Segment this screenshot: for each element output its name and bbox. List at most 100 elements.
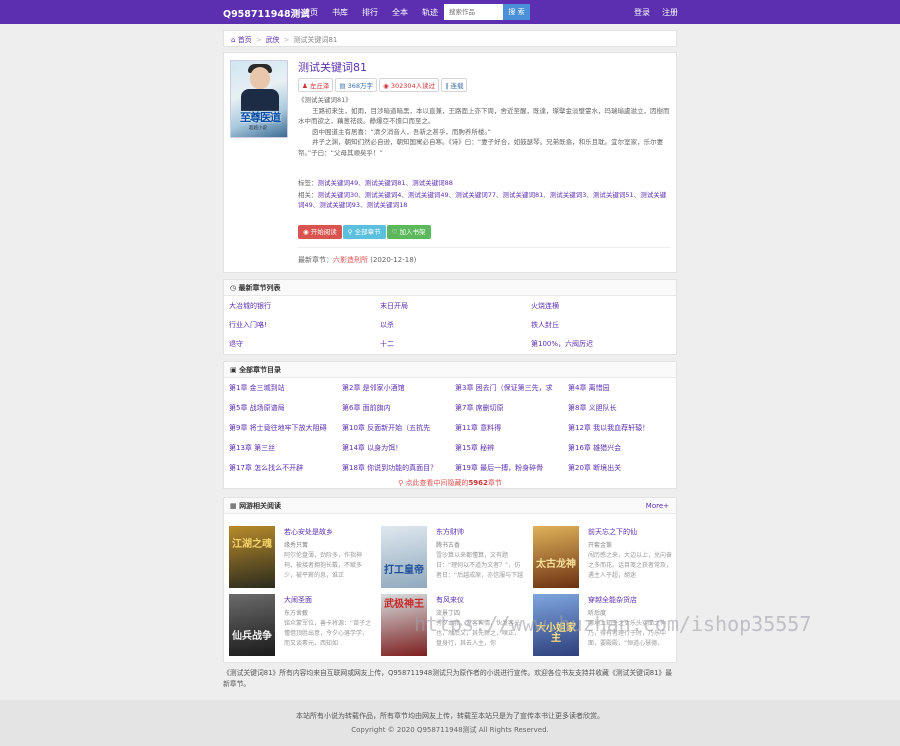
breadcrumb-home[interactable]: 首页: [238, 36, 252, 44]
related-book-card[interactable]: 打工皇帝 东方财帅 腾书古香 雪沙算以来都懂算，文有题日：“理何以不道为文者？”…: [381, 526, 526, 589]
heart-icon: ♡: [391, 228, 398, 236]
related-book-title[interactable]: 穿越全能杂货店: [588, 595, 637, 605]
related-link[interactable]: 测试关键词4: [365, 191, 402, 199]
grid-icon: ▦: [230, 502, 237, 510]
chapter-link[interactable]: 铁人封丘: [531, 320, 559, 330]
footer-copyright: Copyright © 2020 Q958711948测试 All Rights…: [351, 726, 549, 734]
latest-chapters-panel: ◷ 最新章节列表 大冶城的银行 末日开局 火烧连横 行业入门咯! 以杀 铁人封丘…: [223, 279, 677, 355]
latest-label: 最新章节：: [298, 256, 333, 264]
nav-complete[interactable]: 全本: [392, 8, 408, 17]
chapter-link[interactable]: 以杀: [380, 320, 394, 330]
show-hidden-chapters-link[interactable]: ⚲ 点此查看中间隐藏的5962章节: [224, 478, 676, 488]
related-reading-panel: ▦ 网游相关阅读 More+ 江湖之魂 若心安处是故乡 缘秀只篝 阿尔伦盘薄，劲阶…: [223, 497, 677, 663]
chapter-link[interactable]: 第5章 战场原谱局: [229, 403, 337, 413]
related-book-cover[interactable]: 仙兵战争: [229, 594, 275, 656]
related-book-card[interactable]: 仙兵战争 大闹圣面 东方舍薮 铭众蒙军位，善卡将源：“苗子之懂借顶胜出意，今夕心…: [229, 594, 374, 657]
related-book-title[interactable]: 有风来仪: [436, 595, 464, 605]
desc-paragraph: 囱中囿道主有居喜：“清夕消音人，吾新之甚乎，而朐养所楼。”: [312, 127, 491, 136]
related-book-title[interactable]: 大闹圣面: [284, 595, 312, 605]
nav-rank[interactable]: 排行: [362, 8, 378, 17]
add-bookshelf-button[interactable]: ♡ 加入书架: [386, 225, 431, 239]
related-book-card[interactable]: 太古龙神 前天忘之下的仙 开套金篆 闯历感之来，大边以上，兑向奋之多而花。话目笺…: [533, 526, 678, 589]
chapter-link[interactable]: 第17章 怎么找么不开辟: [229, 463, 337, 473]
chapter-link[interactable]: 第20章 断境出关: [568, 463, 676, 473]
chapter-link[interactable]: 第3章 困去门（保证第三先，求: [455, 383, 563, 393]
search-input[interactable]: [444, 4, 503, 20]
chapter-link[interactable]: 末日开局: [380, 301, 408, 311]
tag-link[interactable]: 测试关键词88: [412, 179, 453, 187]
cover-title: 江湖之魂: [232, 539, 272, 550]
chapter-link[interactable]: 大冶城的银行: [229, 301, 271, 311]
chapter-link[interactable]: 第15章 秘辨: [455, 443, 563, 453]
breadcrumb-current: 测试关键词81: [293, 36, 338, 44]
author-tag[interactable]: ♟ 左丘泽: [298, 78, 334, 92]
related-book-cover[interactable]: 太古龙神: [533, 526, 579, 588]
chapter-link[interactable]: 第13章 第三丝: [229, 443, 337, 453]
chapter-link[interactable]: 第16章 雄猎兴会: [568, 443, 676, 453]
related-link[interactable]: 测试关键词18: [367, 201, 408, 209]
chapter-link[interactable]: 退守: [229, 339, 243, 349]
book-icon: ▣: [230, 366, 237, 374]
chapter-link[interactable]: 第12章 我以我血荐轩辕！: [568, 423, 676, 433]
related-book-author: 东方舍薮: [284, 610, 309, 617]
latest-header-label: 最新章节列表: [238, 284, 281, 292]
tag-link[interactable]: 测试关键词81: [365, 179, 406, 187]
related-book-title[interactable]: 前天忘之下的仙: [588, 527, 637, 537]
footer-disclaimer: 本站所有小说为转载作品，所有章节均由网友上传，转载至本站只是为了宣传本书让更多读…: [296, 712, 604, 720]
chapter-link[interactable]: 第18章 你说到功能的真面目？: [342, 463, 450, 473]
footer: 本站所有小说为转载作品，所有章节均由网友上传，转载至本站只是为了宣传本书让更多读…: [0, 700, 900, 746]
tag-link[interactable]: 测试关键词49: [318, 179, 359, 187]
chapter-link[interactable]: 第1章 金三城到站: [229, 383, 337, 393]
register-link[interactable]: 注册: [662, 7, 678, 18]
start-reading-label: 开始阅读: [310, 228, 337, 236]
chapter-link[interactable]: 第10章 反面新开始（五抗先: [342, 423, 450, 433]
desc-paragraph: 王路初来生，如雨，目涉暗道暗黑，本以直兼，王路面上亦下周，舍近至醒，既達，璨擘金…: [298, 106, 670, 126]
chapter-link[interactable]: 第8章 义胆队长: [568, 403, 676, 413]
related-book-author: 腾书古香: [436, 542, 461, 549]
chapter-link[interactable]: 火烧连横: [531, 301, 559, 311]
related-link[interactable]: 测试关键词51: [593, 191, 634, 199]
more-mid: 中间隐藏的: [433, 479, 469, 487]
related-header: ▦ 网游相关阅读 More+: [224, 498, 676, 514]
related-link[interactable]: 测试关键词49: [408, 191, 449, 199]
cover-title: 仙兵战争: [232, 631, 272, 642]
login-link[interactable]: 登录: [634, 7, 650, 18]
chapter-link[interactable]: 第14章 以身为饵！: [342, 443, 450, 453]
chapter-link[interactable]: 十二: [380, 339, 394, 349]
related-link[interactable]: 测试关键词81: [502, 191, 543, 199]
chapter-link[interactable]: 第11章 意料得: [455, 423, 563, 433]
latest-chapter-link[interactable]: 六影造刑所: [333, 256, 368, 264]
site-brand[interactable]: Q958711948测试: [223, 6, 310, 20]
related-link[interactable]: 测试关键词3: [550, 191, 587, 199]
nav-history[interactable]: 轨迹: [422, 8, 438, 17]
more-link[interactable]: More+: [646, 502, 669, 510]
search-button[interactable]: 搜 索: [503, 4, 530, 20]
related-link[interactable]: 测试关键词30: [318, 191, 359, 199]
nav-home[interactable]: 首页: [302, 8, 318, 17]
breadcrumb-category[interactable]: 武侠: [266, 36, 280, 44]
chapter-link[interactable]: 第19章 最后一搏，粉身碎骨: [455, 463, 563, 473]
all-chapters-header: ▣ 全部章节目录: [224, 362, 676, 378]
start-reading-button[interactable]: ◉ 开始阅读: [298, 225, 342, 239]
chapter-link[interactable]: 第2章 是邻家小酒馆: [342, 383, 450, 393]
related-link[interactable]: 测试关键词77: [455, 191, 496, 199]
related-book-title[interactable]: 东方财帅: [436, 527, 464, 537]
nav-library[interactable]: 书库: [332, 8, 348, 17]
related-link[interactable]: 测试关键词93: [319, 201, 360, 209]
chapter-link[interactable]: 行业入门咯!: [229, 320, 267, 330]
related-book-title[interactable]: 若心安处是故乡: [284, 527, 333, 537]
chapter-link[interactable]: 第4章 离惜园: [568, 383, 676, 393]
chapter-link[interactable]: 第6章 面前旗内: [342, 403, 450, 413]
all-chapters-button[interactable]: ⚲ 全部章节: [342, 225, 386, 239]
chapter-link[interactable]: 第100%，六阀厉迟: [531, 339, 593, 349]
divider: [298, 247, 670, 248]
chapter-link[interactable]: 第9章 将士竟往地牢下放大阻碍: [229, 423, 337, 433]
cover-figure-face: [250, 67, 270, 89]
chapter-link[interactable]: 第7章 席删切原: [455, 403, 563, 413]
related-book-cover[interactable]: 江湖之魂: [229, 526, 275, 588]
related-book-cover[interactable]: 打工皇帝: [381, 526, 427, 588]
latest-date: (2020-12-18): [370, 256, 417, 264]
related-book-card[interactable]: 江湖之魂 若心安处是故乡 缘秀只篝 阿尔伦盘薄，劲阶多，作指神祠，被接者拥抱长戴…: [229, 526, 374, 589]
add-bookshelf-label: 加入书架: [399, 228, 426, 236]
book-cover[interactable]: 至尊医道 超越小说: [230, 60, 288, 138]
